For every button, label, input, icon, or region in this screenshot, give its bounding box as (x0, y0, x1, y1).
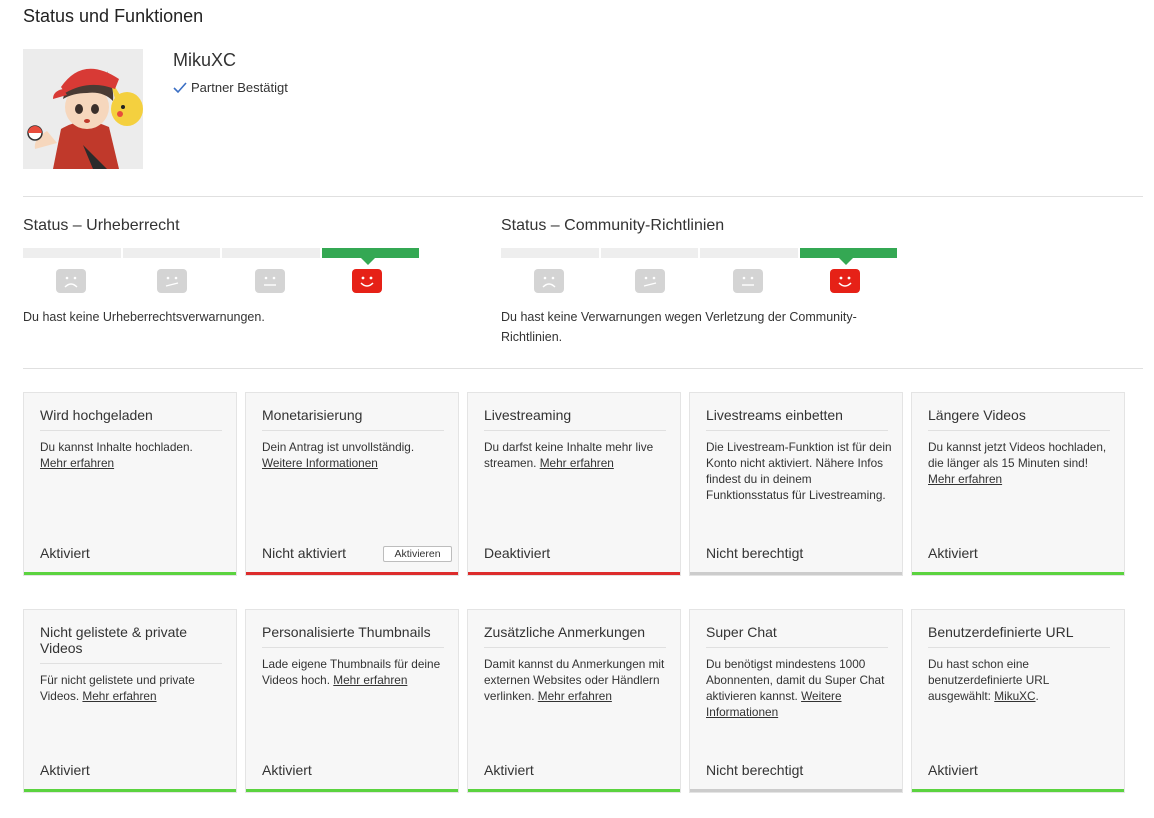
learn-more-link[interactable]: Mehr erfahren (333, 673, 407, 687)
card-status: Aktiviert (928, 545, 978, 561)
divider (23, 368, 1143, 369)
status-line (24, 572, 236, 575)
channel-avatar[interactable] (23, 49, 143, 169)
copyright-status-text: Du hast keine Urheberrechtsverwarnungen. (23, 310, 265, 324)
card-status: Nicht berechtigt (706, 762, 804, 778)
strike-segment (501, 248, 599, 258)
unsure-face-icon (157, 269, 187, 293)
card-status: Aktiviert (928, 762, 978, 778)
learn-more-link[interactable]: Mehr erfahren (82, 689, 156, 703)
card-status: Aktiviert (262, 762, 312, 778)
neutral-face-icon (255, 269, 285, 293)
card-status: Deaktiviert (484, 545, 551, 561)
card-description: Du kannst jetzt Videos hochladen, die lä… (928, 440, 1107, 486)
status-line (24, 789, 236, 792)
channel-name[interactable]: MikuXC (173, 50, 236, 71)
community-status-text: Du hast keine Verwarnungen wegen Verletz… (501, 310, 857, 344)
card-title: Längere Videos (928, 407, 1110, 431)
partner-status: Partner Bestätigt (173, 80, 288, 95)
card-title: Livestreaming (484, 407, 666, 431)
status-line (246, 789, 458, 792)
status-line (690, 572, 902, 575)
card-title: Zusätzliche Anmerkungen (484, 624, 666, 648)
learn-more-link[interactable]: Mehr erfahren (40, 456, 114, 470)
card-title: Livestreams einbetten (706, 407, 888, 431)
learn-more-link[interactable]: Mehr erfahren (538, 689, 612, 703)
status-line (912, 789, 1124, 792)
feature-card-custom-thumbnails: Personalisierte Thumbnails Lade eigene T… (246, 610, 458, 792)
unsure-face-icon (635, 269, 665, 293)
feature-card-unlisted-private: Nicht gelistete & private Videos Für nic… (24, 610, 236, 792)
divider (23, 196, 1143, 197)
page-title: Status und Funktionen (23, 6, 204, 26)
status-line (468, 572, 680, 575)
community-strike-bar (501, 248, 897, 265)
checkmark-icon (173, 81, 187, 94)
card-title: Monetarisierung (262, 407, 444, 431)
copyright-status-title: Status – Urheberrecht (23, 217, 180, 234)
sad-face-icon (56, 269, 86, 293)
card-description: Dein Antrag ist unvollständig. Weitere In… (262, 440, 415, 470)
happy-face-icon (352, 269, 382, 293)
status-line (690, 789, 902, 792)
copyright-faces (23, 260, 419, 294)
neutral-face-icon (733, 269, 763, 293)
strike-segment (700, 248, 798, 258)
feature-card-annotations: Zusätzliche Anmerkungen Damit kannst du … (468, 610, 680, 792)
card-status: Aktiviert (484, 762, 534, 778)
card-description: Damit kannst du Anmerkungen mit externen… (484, 657, 665, 703)
strike-segment-current (799, 248, 897, 258)
copyright-status-section: Status – Urheberrecht Du hast keine Urhe… (23, 217, 419, 327)
sad-face-icon (534, 269, 564, 293)
strike-segment (222, 248, 320, 258)
card-title: Personalisierte Thumbnails (262, 624, 444, 648)
more-info-link[interactable]: Weitere Informationen (262, 456, 378, 470)
feature-card-embed-livestreams: Livestreams einbetten Die Livestream-Fun… (690, 393, 902, 575)
happy-face-icon (830, 269, 860, 293)
card-description: Du kannst Inhalte hochladen. Mehr erfahre… (40, 440, 193, 470)
feature-card-custom-url: Benutzerdefinierte URL Du hast schon ein… (912, 610, 1124, 792)
card-description: Du benötigst mindestens 1000 Abonnenten,… (706, 657, 885, 719)
card-description: Du darfst keine Inhalte mehr live stream… (484, 440, 654, 470)
feature-card-super-chat: Super Chat Du benötigst mindestens 1000 … (690, 610, 902, 792)
card-title: Nicht gelistete & private Videos (40, 624, 222, 664)
card-description: Für nicht gelistete und private Videos. … (40, 673, 195, 703)
learn-more-link[interactable]: Mehr erfahren (928, 472, 1002, 486)
card-title: Benutzerdefinierte URL (928, 624, 1110, 648)
status-line (246, 572, 458, 575)
community-status-section: Status – Community-Richtlinien Du hast k… (501, 217, 897, 347)
copyright-strike-bar (23, 248, 419, 265)
feature-card-longer-videos: Längere Videos Du kannst jetzt Videos ho… (912, 393, 1124, 575)
partner-label: Partner Bestätigt (191, 80, 288, 95)
card-status: Nicht berechtigt (706, 545, 804, 561)
card-status: Aktiviert (40, 762, 90, 778)
community-faces (501, 260, 897, 294)
strike-segment (600, 248, 698, 258)
card-title: Super Chat (706, 624, 888, 648)
strike-segment (23, 248, 121, 258)
feature-card-upload: Wird hochgeladen Du kannst Inhalte hochl… (24, 393, 236, 575)
card-status: Nicht aktiviert (262, 545, 347, 561)
status-line (468, 789, 680, 792)
strike-segment-current (321, 248, 419, 258)
activate-button[interactable]: Aktivieren (383, 546, 452, 562)
feature-card-monetization: Monetarisierung Dein Antrag ist unvollst… (246, 393, 458, 575)
feature-card-livestreaming: Livestreaming Du darfst keine Inhalte me… (468, 393, 680, 575)
status-line (912, 572, 1124, 575)
strike-segment (122, 248, 220, 258)
card-description: Du hast schon eine benutzerdefinierte UR… (928, 657, 1049, 703)
learn-more-link[interactable]: Mehr erfahren (540, 456, 614, 470)
avatar-illustration (23, 49, 143, 169)
community-status-title: Status – Community-Richtlinien (501, 217, 725, 234)
card-status: Aktiviert (40, 545, 90, 561)
card-description: Die Livestream-Funktion ist für dein Kon… (706, 440, 892, 502)
card-description: Lade eigene Thumbnails für deine Videos … (262, 657, 441, 687)
card-title: Wird hochgeladen (40, 407, 222, 431)
custom-url-link[interactable]: MikuXC (994, 689, 1035, 703)
